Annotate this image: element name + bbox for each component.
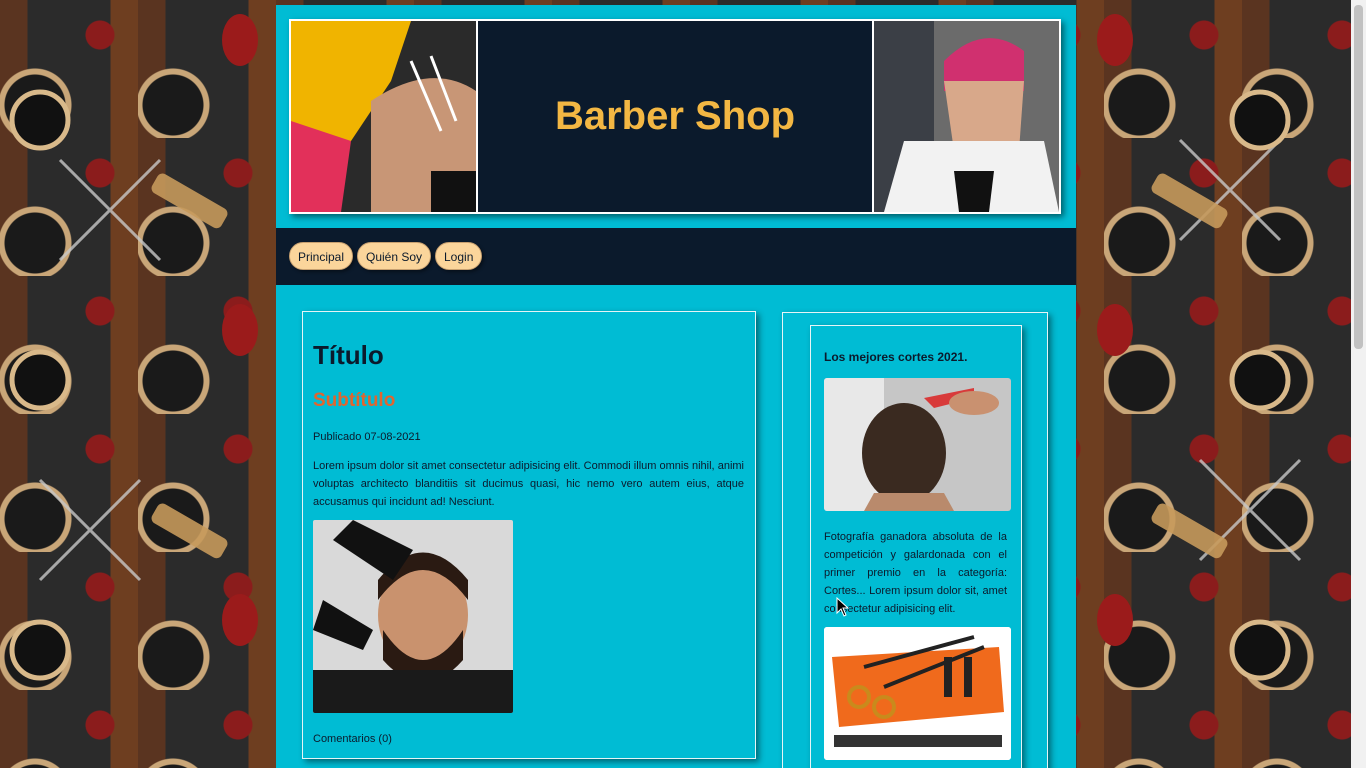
mouse-cursor-icon bbox=[836, 597, 850, 617]
main-navigation: Principal Quién Soy Login bbox=[276, 228, 1076, 285]
sidebar: Los mejores cortes 2021. Fotografía gana… bbox=[782, 312, 1048, 768]
post-body: Lorem ipsum dolor sit amet consectetur a… bbox=[313, 460, 744, 508]
sidebar-image-scissors bbox=[824, 627, 1011, 760]
nav-quien-soy[interactable]: Quién Soy bbox=[357, 242, 432, 270]
post-subtitle: Subtítulo bbox=[313, 390, 396, 411]
scrollbar-thumb[interactable] bbox=[1354, 5, 1363, 349]
post-comments-link[interactable]: Comentarios (0) bbox=[313, 733, 392, 745]
post-image bbox=[313, 520, 513, 713]
header-title-area: Barber Shop bbox=[478, 21, 872, 212]
sidebar-text: Fotografía ganadora absoluta de la compe… bbox=[824, 531, 1007, 615]
post-date: Publicado 07-08-2021 bbox=[313, 431, 421, 443]
header-image-right bbox=[872, 21, 1059, 212]
page-container: Barber Shop Principal Quién Soy Login Tí… bbox=[276, 5, 1076, 768]
site-title: Barber Shop bbox=[554, 94, 796, 138]
page-scrollbar[interactable] bbox=[1351, 0, 1366, 768]
post-title: Título bbox=[313, 340, 384, 370]
sidebar-card: Los mejores cortes 2021. Fotografía gana… bbox=[810, 325, 1022, 768]
header-image-left bbox=[291, 21, 478, 212]
post-article: Título Subtítulo Publicado 07-08-2021 Lo… bbox=[302, 311, 756, 759]
site-header: Barber Shop bbox=[289, 19, 1061, 214]
sidebar-image-haircut bbox=[824, 378, 1011, 511]
nav-principal[interactable]: Principal bbox=[289, 242, 354, 270]
sidebar-title: Los mejores cortes 2021. bbox=[824, 350, 968, 364]
nav-login[interactable]: Login bbox=[435, 242, 483, 270]
